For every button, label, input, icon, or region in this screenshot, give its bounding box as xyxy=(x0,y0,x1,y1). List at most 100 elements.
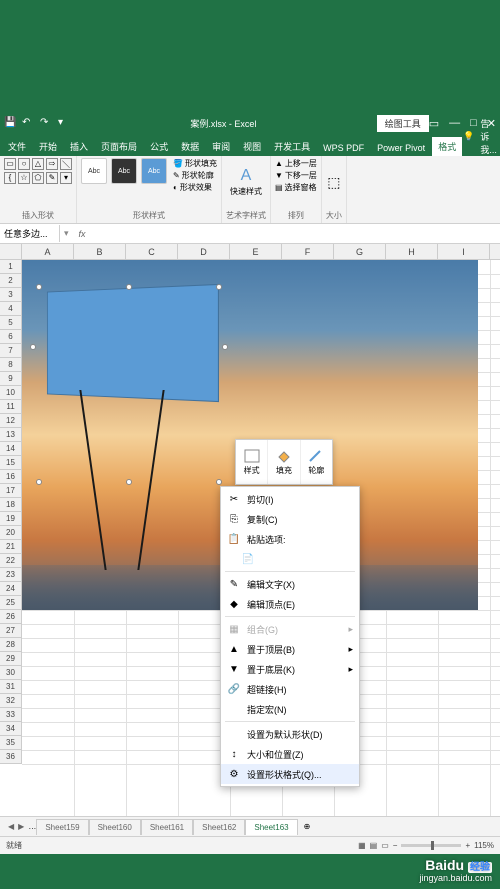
tab-review[interactable]: 审阅 xyxy=(206,137,236,156)
col-header[interactable]: H xyxy=(386,244,438,259)
col-header[interactable]: A xyxy=(22,244,74,259)
selection-handle[interactable] xyxy=(216,479,222,485)
shape-brace-icon[interactable]: { xyxy=(4,172,16,184)
col-header[interactable]: F xyxy=(282,244,334,259)
size-icon[interactable]: ⬚ xyxy=(327,174,340,191)
nav-prev-icon[interactable]: ◀ xyxy=(8,822,14,831)
row-header[interactable]: 26 xyxy=(0,610,22,624)
row-header[interactable]: 17 xyxy=(0,484,22,498)
zoom-level[interactable]: 115% xyxy=(474,841,494,850)
fx-icon[interactable]: fx xyxy=(73,229,92,239)
row-header[interactable]: 23 xyxy=(0,568,22,582)
row-header[interactable]: 13 xyxy=(0,428,22,442)
row-header[interactable]: 9 xyxy=(0,372,22,386)
col-header[interactable]: D xyxy=(178,244,230,259)
row-header[interactable]: 14 xyxy=(0,442,22,456)
shape-poly-icon[interactable]: ⬠ xyxy=(32,172,44,184)
row-header[interactable]: 21 xyxy=(0,540,22,554)
view-break-icon[interactable]: ▭ xyxy=(381,841,389,850)
selection-handle[interactable] xyxy=(126,479,132,485)
tab-view[interactable]: 视图 xyxy=(237,137,267,156)
tab-home[interactable]: 开始 xyxy=(33,137,63,156)
row-header[interactable]: 2 xyxy=(0,274,22,288)
selection-handle[interactable] xyxy=(222,344,228,350)
shape-outline-button[interactable]: ✎形状轮廓 xyxy=(173,170,217,181)
col-header[interactable]: B xyxy=(74,244,126,259)
row-header[interactable]: 19 xyxy=(0,512,22,526)
ribbon-options-icon[interactable]: ▭ xyxy=(429,117,439,130)
row-header[interactable]: 12 xyxy=(0,414,22,428)
shape-rect-icon[interactable]: ▭ xyxy=(4,158,16,170)
menu-hyperlink[interactable]: 🔗超链接(H) xyxy=(221,679,359,699)
freeform-shape[interactable] xyxy=(47,284,219,402)
row-header[interactable]: 6 xyxy=(0,330,22,344)
tab-pivot[interactable]: Power Pivot xyxy=(371,140,431,156)
zoom-slider[interactable] xyxy=(401,844,461,847)
tell-me[interactable]: 告诉我... xyxy=(480,117,497,156)
selection-pane-button[interactable]: ▤选择窗格 xyxy=(275,182,317,193)
tab-data[interactable]: 数据 xyxy=(175,137,205,156)
menu-cut[interactable]: ✂剪切(I) xyxy=(221,489,359,509)
save-icon[interactable]: 💾 xyxy=(4,117,16,129)
row-header[interactable]: 35 xyxy=(0,736,22,750)
shape-free-icon[interactable]: ✎ xyxy=(46,172,58,184)
mini-outline-button[interactable]: 轮廓 xyxy=(301,440,332,484)
add-sheet-icon[interactable]: ⊕ xyxy=(298,822,317,831)
style-gallery[interactable]: Abc Abc Abc xyxy=(81,158,167,184)
row-header[interactable]: 4 xyxy=(0,302,22,316)
row-header[interactable]: 29 xyxy=(0,652,22,666)
row-header[interactable]: 28 xyxy=(0,638,22,652)
row-header[interactable]: 15 xyxy=(0,456,22,470)
selection-handle[interactable] xyxy=(30,344,36,350)
style-preset-3[interactable]: Abc xyxy=(141,158,167,184)
menu-bring-front[interactable]: ▲置于顶层(B)▸ xyxy=(221,639,359,659)
shape-gallery[interactable]: ▭ ○ △ ⇨ ＼ { ☆ ⬠ ✎ ▾ xyxy=(4,158,72,184)
zoom-out-icon[interactable]: − xyxy=(393,841,398,850)
row-header[interactable]: 30 xyxy=(0,666,22,680)
row-header[interactable]: 16 xyxy=(0,470,22,484)
menu-default-shape[interactable]: 设置为默认形状(D) xyxy=(221,724,359,744)
shape-fill-button[interactable]: 🪣形状填充 xyxy=(173,158,217,169)
row-header[interactable]: 3 xyxy=(0,288,22,302)
namebox-dropdown-icon[interactable]: ▾ xyxy=(60,228,73,239)
shape-effects-button[interactable]: ◐形状效果 xyxy=(173,182,217,193)
shape-line-icon[interactable]: ＼ xyxy=(60,158,72,170)
menu-macro[interactable]: 指定宏(N) xyxy=(221,699,359,719)
sheet-nav[interactable]: ◀▶ xyxy=(4,822,28,831)
sheet-tab[interactable]: Sheet160 xyxy=(89,819,141,835)
shape-tri-icon[interactable]: △ xyxy=(32,158,44,170)
tab-wps[interactable]: WPS PDF xyxy=(317,140,370,156)
sheet-tab[interactable]: Sheet161 xyxy=(141,819,193,835)
style-preset-2[interactable]: Abc xyxy=(111,158,137,184)
row-header[interactable]: 20 xyxy=(0,526,22,540)
col-header[interactable]: C xyxy=(126,244,178,259)
row-header[interactable]: 1 xyxy=(0,260,22,274)
qat-more-icon[interactable]: ▾ xyxy=(58,117,70,129)
row-header[interactable]: 7 xyxy=(0,344,22,358)
quick-style-button[interactable]: A xyxy=(241,167,252,185)
row-header[interactable]: 18 xyxy=(0,498,22,512)
row-header[interactable]: 24 xyxy=(0,582,22,596)
shape-oval-icon[interactable]: ○ xyxy=(18,158,30,170)
name-box[interactable]: 任意多边... xyxy=(0,225,60,242)
selection-handle[interactable] xyxy=(36,479,42,485)
sheet-more-icon[interactable]: … xyxy=(28,822,36,831)
row-header[interactable]: 5 xyxy=(0,316,22,330)
tab-insert[interactable]: 插入 xyxy=(64,137,94,156)
shape-more-icon[interactable]: ▾ xyxy=(60,172,72,184)
menu-edit-text[interactable]: ✎编辑文字(X) xyxy=(221,574,359,594)
sheet-tab-active[interactable]: Sheet163 xyxy=(245,819,297,835)
spreadsheet-grid[interactable]: A B C D E F G H I 1234567891011121314151… xyxy=(0,244,500,816)
mini-style-button[interactable]: 样式 xyxy=(236,440,268,484)
row-header[interactable]: 27 xyxy=(0,624,22,638)
col-header[interactable]: I xyxy=(438,244,490,259)
selection-handle[interactable] xyxy=(216,284,222,290)
select-all-corner[interactable] xyxy=(0,244,22,259)
tab-dev[interactable]: 开发工具 xyxy=(268,137,316,156)
col-header[interactable]: E xyxy=(230,244,282,259)
mini-fill-button[interactable]: 填充 xyxy=(268,440,300,484)
sheet-tab[interactable]: Sheet162 xyxy=(193,819,245,835)
view-layout-icon[interactable]: ▤ xyxy=(370,841,378,850)
minimize-icon[interactable]: — xyxy=(449,117,460,130)
row-header[interactable]: 8 xyxy=(0,358,22,372)
